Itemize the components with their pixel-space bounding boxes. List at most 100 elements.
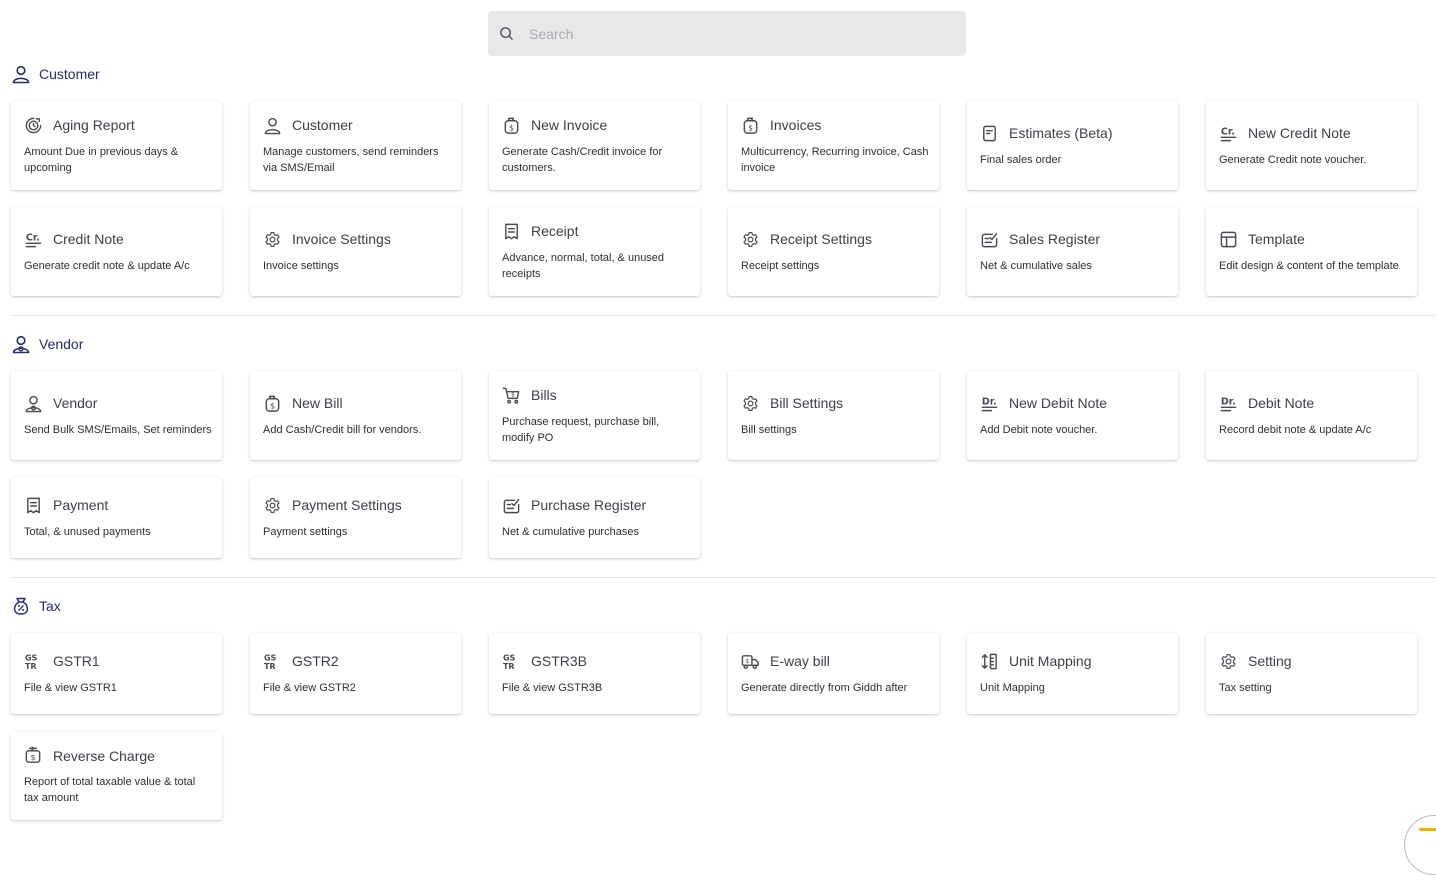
- card-aging-report[interactable]: Aging Report Amount Due in previous days …: [11, 101, 222, 190]
- cart-icon: $: [502, 386, 521, 405]
- card-receipt-settings[interactable]: Receipt Settings Receipt settings: [728, 207, 939, 296]
- section-header-vendor: Vendor: [11, 334, 83, 354]
- aging-report-icon: [24, 116, 43, 135]
- card-title: Debit Note: [1248, 395, 1315, 411]
- card-content: $ E-way bill Generate directly from Giddh …: [741, 633, 929, 714]
- card-new-debit-note[interactable]: Dr. New Debit Note Add Debit note voucher.: [967, 371, 1178, 460]
- card-title-row: Customer: [263, 116, 451, 135]
- card-description: File & view GSTR1: [24, 681, 117, 694]
- debit-note-icon: Dr.: [1219, 394, 1238, 413]
- card-title: Template: [1248, 231, 1305, 247]
- search-input[interactable]: [529, 11, 949, 56]
- card-content: Aging Report Amount Due in previous days …: [24, 101, 212, 190]
- card-estimates-beta[interactable]: Estimates (Beta) Final sales order: [967, 101, 1178, 190]
- card-title: GSTR1: [53, 653, 100, 669]
- card-gstr3b[interactable]: GS TR GSTR3B File & view GSTR3B: [489, 633, 700, 714]
- card-invoices[interactable]: $ Invoices Multicurrency, Recurring invoic…: [728, 101, 939, 190]
- customer-section-icon: [11, 64, 31, 84]
- invoice-icon: $: [502, 116, 521, 135]
- vendor-section-icon: [11, 334, 31, 354]
- card-purchase-register[interactable]: Purchase Register Net & cumulative purcha…: [489, 477, 700, 558]
- card-content: Purchase Register Net & cumulative purcha…: [502, 477, 690, 558]
- card-new-invoice[interactable]: $ New Invoice Generate Cash/Credit invoice…: [489, 101, 700, 190]
- card-e-way-bill[interactable]: $ E-way bill Generate directly from Giddh …: [728, 633, 939, 714]
- card-title: GSTR2: [292, 653, 339, 669]
- card-content: Cr. Credit Note Generate credit note & upd…: [24, 207, 212, 296]
- search-bar[interactable]: [488, 11, 966, 56]
- card-title-row: Payment Settings: [263, 496, 451, 515]
- card-description: Generate credit note & update A/c: [24, 259, 190, 272]
- card-receipt[interactable]: Receipt Advance, normal, total, & unused …: [489, 207, 700, 296]
- card-content: Cr. New Credit Note Generate Credit note v…: [1219, 101, 1407, 190]
- card-content: Payment Settings Payment settings: [263, 477, 451, 558]
- card-title: Payment Settings: [292, 497, 402, 513]
- svg-text:Cr.: Cr.: [26, 232, 40, 243]
- svg-text:$: $: [745, 658, 749, 664]
- card-title: Credit Note: [53, 231, 124, 247]
- card-debit-note[interactable]: Dr. Debit Note Record debit note & update …: [1206, 371, 1417, 460]
- card-payment-settings[interactable]: Payment Settings Payment settings: [250, 477, 461, 558]
- section-divider: [11, 577, 1436, 578]
- card-title: Vendor: [53, 395, 98, 411]
- card-title-row: Unit Mapping: [980, 652, 1168, 671]
- card-content: Receipt Advance, normal, total, & unused …: [502, 207, 690, 296]
- gstr-icon: GS TR: [502, 652, 521, 671]
- card-sales-register[interactable]: Sales Register Net & cumulative sales: [967, 207, 1178, 296]
- card-setting[interactable]: Setting Tax setting: [1206, 633, 1417, 714]
- card-content: Estimates (Beta) Final sales order: [980, 101, 1168, 190]
- bill-icon: $: [263, 394, 282, 413]
- card-title-row: Aging Report: [24, 116, 212, 135]
- card-content: Sales Register Net & cumulative sales: [980, 207, 1168, 296]
- card-title: Bills: [531, 387, 557, 403]
- card-reverse-charge[interactable]: $ Reverse Charge Report of total taxable v…: [11, 732, 222, 820]
- card-title-row: $ Reverse Charge: [24, 746, 212, 765]
- card-new-credit-note[interactable]: Cr. New Credit Note Generate Credit note v…: [1206, 101, 1417, 190]
- card-title-row: Invoice Settings: [263, 230, 451, 249]
- card-title: Receipt: [531, 223, 579, 239]
- card-title: New Invoice: [531, 117, 608, 133]
- card-gstr2[interactable]: GS TR GSTR2 File & view GSTR2: [250, 633, 461, 714]
- card-invoice-settings[interactable]: Invoice Settings Invoice settings: [250, 207, 461, 296]
- card-content: $ Invoices Multicurrency, Recurring invoic…: [741, 101, 929, 190]
- card-title: Sales Register: [1009, 231, 1101, 247]
- card-title-row: GS TR GSTR2: [263, 652, 451, 671]
- card-content: Invoice Settings Invoice settings: [263, 207, 451, 296]
- debit-note-icon: Dr.: [980, 394, 999, 413]
- card-gstr1[interactable]: GS TR GSTR1 File & view GSTR1: [11, 633, 222, 714]
- svg-text:TR: TR: [264, 662, 276, 671]
- card-bill-settings[interactable]: Bill Settings Bill settings: [728, 371, 939, 460]
- card-vendor[interactable]: Vendor Send Bulk SMS/Emails, Set reminder…: [11, 371, 222, 460]
- card-content: $ New Invoice Generate Cash/Credit invoice…: [502, 101, 690, 190]
- card-title: New Debit Note: [1009, 395, 1108, 411]
- card-description: Add Debit note voucher.: [980, 423, 1098, 436]
- card-title-row: Receipt: [502, 222, 690, 241]
- credit-note-icon: Cr.: [1219, 124, 1238, 143]
- section-header-tax: Tax: [11, 596, 61, 616]
- card-title-row: Template: [1219, 230, 1407, 249]
- svg-text:Dr.: Dr.: [1221, 396, 1236, 407]
- card-description: Record debit note & update A/c: [1219, 423, 1372, 436]
- card-content: Bill Settings Bill settings: [741, 371, 929, 460]
- card-template[interactable]: Template Edit design & content of the tem…: [1206, 207, 1417, 296]
- card-unit-mapping[interactable]: Unit Mapping Unit Mapping: [967, 633, 1178, 714]
- card-description: Total, & unused payments: [24, 525, 151, 538]
- svg-text:$: $: [511, 392, 515, 398]
- template-icon: [1219, 230, 1238, 249]
- card-title: New Credit Note: [1248, 125, 1351, 141]
- card-credit-note[interactable]: Cr. Credit Note Generate credit note & upd…: [11, 207, 222, 296]
- card-customer[interactable]: Customer Manage customers, send reminders…: [250, 101, 461, 190]
- card-description: Edit design & content of the template: [1219, 259, 1399, 272]
- card-content: GS TR GSTR1 File & view GSTR1: [24, 633, 212, 714]
- card-bills[interactable]: $ Bills Purchase request, purchase bill, m…: [489, 371, 700, 460]
- card-title: New Bill: [292, 395, 343, 411]
- svg-text:TR: TR: [503, 662, 515, 671]
- card-title: Aging Report: [53, 117, 135, 133]
- help-button[interactable]: [1404, 815, 1436, 875]
- card-title-row: Dr. New Debit Note: [980, 394, 1168, 413]
- card-payment[interactable]: Payment Total, & unused payments: [11, 477, 222, 558]
- card-title: Payment: [53, 497, 109, 513]
- section-title-tax: Tax: [39, 598, 61, 614]
- gear-icon: [1219, 652, 1238, 671]
- card-new-bill[interactable]: $ New Bill Add Cash/Credit bill for vendor…: [250, 371, 461, 460]
- receipt-icon: [24, 496, 43, 515]
